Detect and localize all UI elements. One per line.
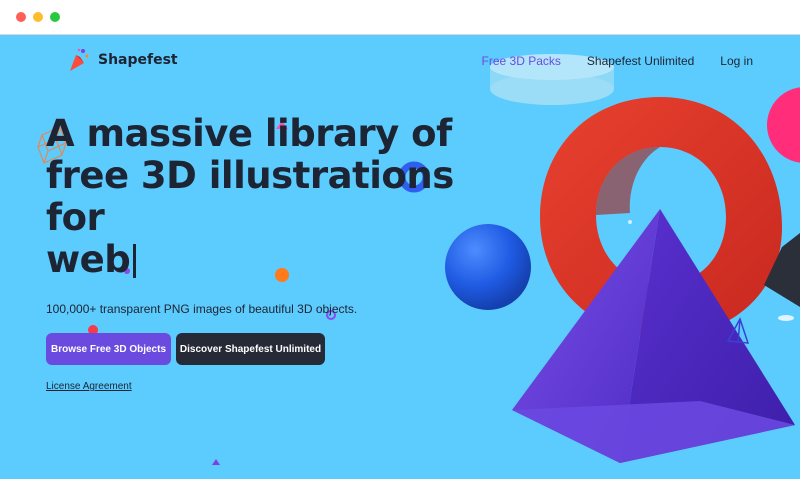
headline-line-1: A massive library of (46, 112, 452, 155)
license-agreement-link[interactable]: License Agreement (46, 381, 132, 392)
brand-logo[interactable]: Shapefest (66, 47, 178, 73)
brand-name: Shapefest (98, 52, 178, 68)
typing-caret (133, 244, 137, 278)
sphere-icon (445, 224, 531, 310)
purple-triangle-icon (212, 459, 220, 465)
nav-shapefest-unlimited[interactable]: Shapefest Unlimited (587, 54, 694, 68)
hero-headline: A massive library of free 3D illustratio… (46, 112, 454, 281)
close-window-dot[interactable] (16, 12, 26, 22)
page: Shapefest Free 3D Packs Shapefest Unlimi… (0, 35, 800, 479)
browser-chrome (0, 0, 800, 35)
headline-line-4: web (46, 239, 426, 281)
sparkle-icon (628, 220, 632, 224)
nav-log-in[interactable]: Log in (720, 54, 753, 68)
nav-free-3d-packs[interactable]: Free 3D Packs (482, 54, 561, 68)
headline-typed-word: web (46, 238, 131, 281)
discover-shapefest-unlimited-button[interactable]: Discover Shapefest Unlimited (176, 333, 325, 365)
cloud-icon (778, 315, 794, 321)
minimize-window-dot[interactable] (33, 12, 43, 22)
logo-icon (70, 48, 89, 71)
hero-subtitle: 100,000+ transparent PNG images of beaut… (46, 302, 358, 316)
headline-line-2: free 3D illustrations (46, 154, 454, 197)
top-nav: Free 3D Packs Shapefest Unlimited Log in (482, 54, 753, 68)
headline-line-3: for (46, 196, 105, 239)
maximize-window-dot[interactable] (50, 12, 60, 22)
pink-sphere-icon (767, 87, 800, 163)
browse-free-3d-objects-button[interactable]: Browse Free 3D Objects (46, 333, 171, 365)
